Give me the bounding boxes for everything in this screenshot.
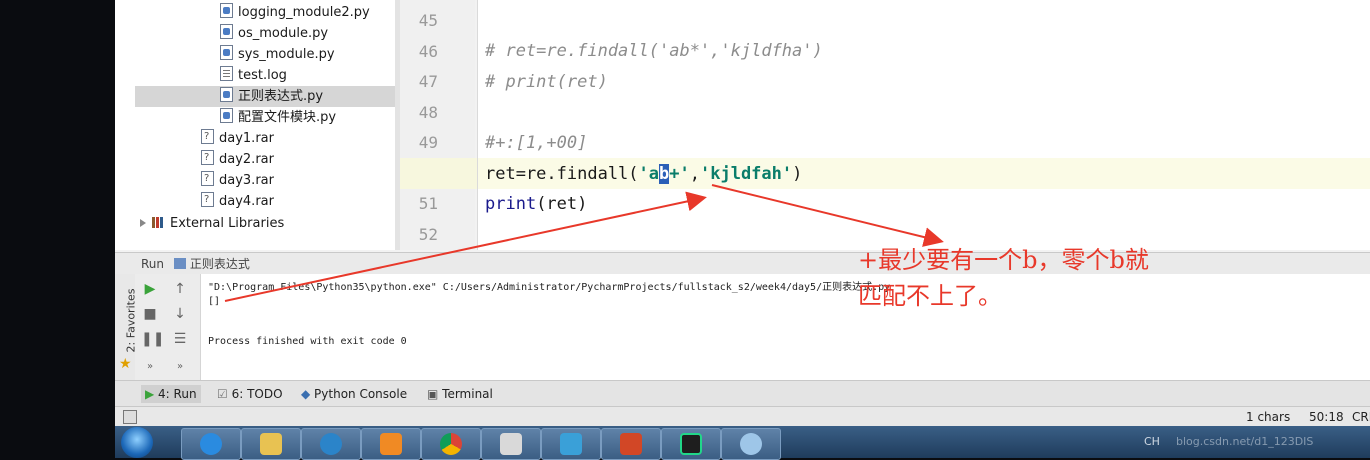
- annotation-arrows: [224, 184, 944, 302]
- notepad-icon: [500, 433, 522, 455]
- taskbar-media[interactable]: [361, 428, 421, 460]
- windows-taskbar: CH blog.csdn.net/d1_123DIS: [115, 426, 1370, 460]
- start-button[interactable]: [121, 427, 153, 458]
- arrow-to-note: [711, 184, 944, 247]
- taskbar-pycharm[interactable]: [661, 428, 721, 460]
- annotation-note: +最少要有一个b，零个b就 匹配不上了。: [858, 246, 1149, 310]
- ime-indicator[interactable]: CH: [1144, 426, 1160, 458]
- pycharm-icon: [680, 433, 702, 455]
- app-icon: [320, 433, 342, 455]
- paint-icon: [740, 433, 762, 455]
- system-tray: CH blog.csdn.net/d1_123DIS: [1140, 426, 1370, 458]
- arrow-to-console-output: [224, 191, 707, 302]
- app-icon: [560, 433, 582, 455]
- taskbar-notepad[interactable]: [481, 428, 541, 460]
- taskbar-powerpoint[interactable]: [601, 428, 661, 460]
- taskbar-paint[interactable]: [721, 428, 781, 460]
- chrome-icon: [440, 433, 462, 455]
- taskbar-chrome[interactable]: [421, 428, 481, 460]
- taskbar-ie[interactable]: [181, 428, 241, 460]
- internet-explorer-icon: [200, 433, 222, 455]
- folder-icon: [260, 433, 282, 455]
- media-player-icon: [380, 433, 402, 455]
- taskbar-explorer[interactable]: [241, 428, 301, 460]
- powerpoint-icon: [620, 433, 642, 455]
- taskbar-app7[interactable]: [541, 428, 601, 460]
- taskbar-app3[interactable]: [301, 428, 361, 460]
- watermark: blog.csdn.net/d1_123DIS: [1176, 435, 1314, 448]
